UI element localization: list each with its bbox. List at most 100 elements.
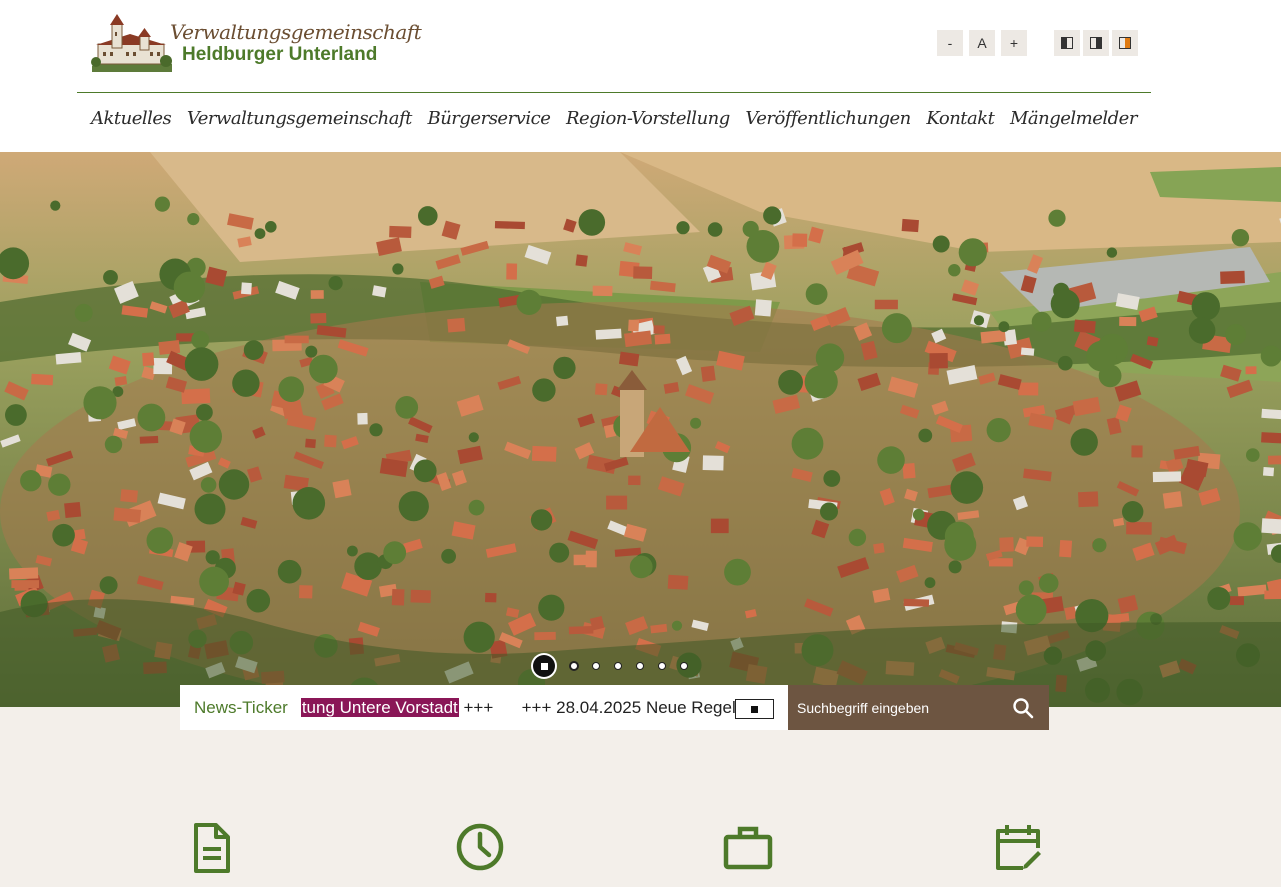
roof-shape — [534, 631, 556, 641]
roof-shape — [506, 263, 518, 280]
tree-shape — [948, 560, 962, 574]
roof-shape — [1152, 471, 1182, 483]
slider-pause-button[interactable] — [531, 653, 557, 679]
aerial-town-image — [0, 152, 1281, 707]
font-increase-button[interactable]: + — [1001, 30, 1027, 56]
calendar-edit-icon[interactable] — [993, 822, 1045, 874]
slider-pagination — [531, 653, 695, 679]
roof-shape — [310, 290, 324, 299]
roof-shape — [929, 352, 948, 369]
tree-shape — [918, 428, 933, 443]
roof-shape — [1059, 540, 1073, 558]
tree-shape — [1018, 580, 1034, 596]
font-decrease-button[interactable]: - — [937, 30, 963, 56]
tree-shape — [1038, 573, 1059, 593]
ticker-next-item[interactable]: +++ 28.04.2025 Neue Regelun — [522, 698, 741, 717]
tree-shape — [532, 378, 556, 402]
tree-shape — [986, 418, 1011, 443]
slider-dot[interactable] — [680, 662, 688, 670]
tree-shape — [328, 276, 343, 291]
clock-icon[interactable] — [454, 822, 506, 874]
tree-shape — [137, 403, 166, 432]
slider-dot[interactable] — [592, 662, 600, 670]
tree-shape — [154, 196, 170, 212]
slider-dot[interactable] — [614, 662, 622, 670]
tree-shape — [200, 477, 217, 493]
tree-shape — [50, 200, 61, 211]
tree-shape — [881, 313, 912, 344]
nav-item-kontakt[interactable]: Kontakt — [926, 108, 995, 129]
ticker-pause-button[interactable] — [735, 699, 774, 719]
contrast-dark-button[interactable] — [1054, 30, 1080, 56]
slider-dot[interactable] — [658, 662, 666, 670]
nav-item-verwaltungsgemeinschaft[interactable]: Verwaltungsgemeinschaft — [187, 108, 412, 129]
tree-shape — [1191, 292, 1221, 321]
roof-shape — [11, 580, 39, 589]
tree-shape — [441, 548, 456, 564]
roof-shape — [653, 325, 665, 334]
tree-shape — [530, 509, 553, 531]
roof-shape — [1162, 491, 1183, 509]
roof-shape — [595, 328, 622, 340]
tree-shape — [246, 588, 271, 613]
tree-shape — [538, 594, 565, 621]
document-icon[interactable] — [186, 822, 238, 874]
roof-shape — [305, 438, 316, 449]
hero-slider-image — [0, 152, 1281, 707]
roof-shape — [1220, 270, 1245, 284]
tree-shape — [395, 396, 419, 419]
roof-shape — [980, 329, 1006, 344]
roof-shape — [592, 285, 613, 297]
nav-item-veroeffentlichungen[interactable]: Veröffentlichungen — [745, 108, 911, 129]
tree-shape — [383, 541, 407, 565]
tree-shape — [1106, 247, 1118, 258]
slider-dot[interactable] — [636, 662, 644, 670]
tree-shape — [805, 283, 828, 305]
tree-shape — [924, 577, 936, 589]
nav-item-aktuelles[interactable]: Aktuelles — [91, 108, 172, 129]
tree-shape — [998, 321, 1010, 333]
tree-shape — [468, 499, 485, 516]
tree-shape — [173, 271, 206, 303]
tree-shape — [184, 347, 219, 381]
ticker-highlight-text[interactable]: tung Untere Vorstadt — [300, 697, 459, 717]
roof-shape — [324, 434, 337, 448]
tree-shape — [932, 235, 950, 253]
tree-shape — [277, 559, 302, 584]
contrast-color-button[interactable] — [1112, 30, 1138, 56]
roof-shape — [310, 313, 327, 324]
site-logo[interactable]: Verwaltungsgemeinschaft Heldburger Unter… — [90, 14, 422, 72]
tree-shape — [232, 369, 260, 397]
roof-shape — [1026, 536, 1044, 547]
tree-shape — [671, 620, 683, 631]
tree-shape — [463, 621, 495, 653]
tree-shape — [1070, 428, 1098, 456]
contrast-light-button[interactable] — [1083, 30, 1109, 56]
roof-shape — [1078, 491, 1099, 508]
roof-shape — [31, 373, 54, 386]
nav-item-maengelmelder[interactable]: Mängelmelder — [1010, 108, 1137, 129]
tree-shape — [944, 521, 974, 551]
search-icon[interactable] — [1011, 696, 1035, 720]
tree-shape — [1015, 594, 1047, 626]
roof-shape — [1229, 596, 1244, 606]
nav-item-region-vorstellung[interactable]: Region-Vorstellung — [566, 108, 730, 129]
roof-shape — [568, 625, 594, 635]
roof-shape — [710, 518, 729, 534]
header-divider — [77, 92, 1151, 93]
accessibility-toolbar: - A + — [937, 30, 1141, 56]
site-header: Verwaltungsgemeinschaft Heldburger Unter… — [0, 0, 1281, 152]
search-input[interactable] — [797, 699, 997, 716]
roof-shape — [391, 589, 405, 606]
roof-shape — [792, 233, 808, 247]
roof-shape — [1245, 366, 1257, 375]
ticker-content[interactable]: tung Untere Vorstadt +++ +++ 28.04.2025 … — [300, 697, 741, 718]
briefcase-icon[interactable] — [722, 822, 774, 874]
tree-shape — [1048, 209, 1066, 227]
tree-shape — [194, 493, 226, 525]
tree-shape — [676, 221, 690, 235]
nav-item-buergerservice[interactable]: Bürgerservice — [427, 108, 550, 129]
tree-shape — [1058, 355, 1073, 371]
slider-dot[interactable] — [569, 661, 579, 671]
font-reset-button[interactable]: A — [969, 30, 995, 56]
